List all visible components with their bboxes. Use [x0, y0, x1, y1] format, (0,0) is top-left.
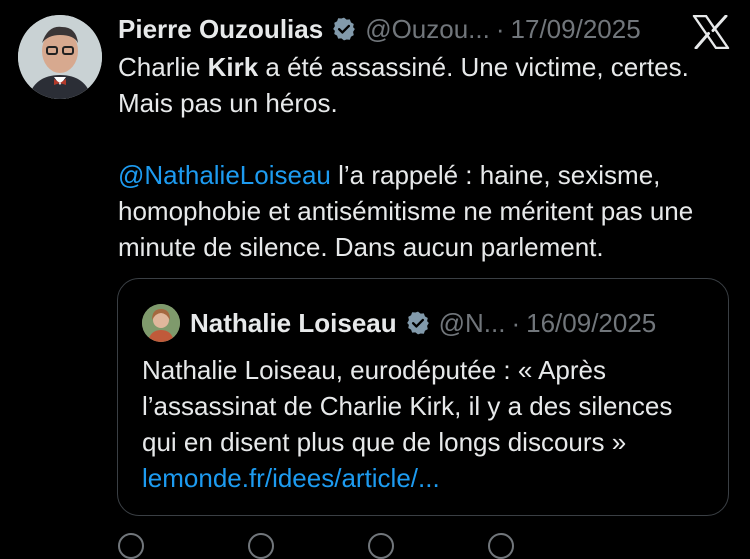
author-avatar[interactable] — [18, 15, 102, 99]
text-segment: Charlie — [118, 52, 208, 82]
tweet-paragraph-1: Charlie Kirk a été assassiné. Une victim… — [118, 49, 738, 121]
quoted-tweet-date[interactable]: 16/09/2025 — [526, 308, 656, 339]
separator: · — [495, 13, 505, 44]
quoted-tweet-text: Nathalie Loiseau, eurodéputée : « Après … — [142, 352, 712, 496]
tweet-text: Charlie Kirk a été assassiné. Une victim… — [118, 49, 738, 265]
reply-icon[interactable] — [118, 533, 144, 559]
verified-badge-icon — [405, 310, 431, 336]
article-link[interactable]: lemonde.fr/idees/article/... — [142, 463, 440, 493]
highlighted-keyword: Kirk — [207, 52, 259, 82]
author-name[interactable]: Pierre Ouzoulias — [118, 14, 323, 45]
tweet-date[interactable]: 17/09/2025 — [511, 14, 641, 45]
x-logo-icon[interactable] — [692, 14, 730, 50]
mention-link[interactable]: @NathalieLoiseau — [118, 160, 331, 190]
views-icon[interactable] — [488, 533, 514, 559]
separator: · — [511, 307, 521, 338]
author-handle[interactable]: @Ouzou... — [365, 14, 490, 45]
quoted-tweet-header: Nathalie Loiseau @N... · 16/09/2025 — [142, 303, 656, 343]
quoted-tweet-card[interactable]: Nathalie Loiseau @N... · 16/09/2025 Nath… — [117, 278, 729, 516]
tweet-paragraph-2: @NathalieLoiseau l’a rappelé : haine, se… — [118, 157, 738, 265]
quoted-author-avatar[interactable] — [142, 304, 180, 342]
text-segment: Nathalie Loiseau, eurodéputée : « Après … — [142, 355, 673, 457]
action-bar — [118, 533, 738, 559]
quoted-author-name[interactable]: Nathalie Loiseau — [190, 308, 397, 339]
verified-badge-icon — [331, 16, 357, 42]
like-icon[interactable] — [368, 533, 394, 559]
repost-icon[interactable] — [248, 533, 274, 559]
tweet-header: Pierre Ouzoulias @Ouzou... · 17/09/2025 — [118, 12, 641, 46]
quoted-author-handle[interactable]: @N... — [439, 308, 506, 339]
